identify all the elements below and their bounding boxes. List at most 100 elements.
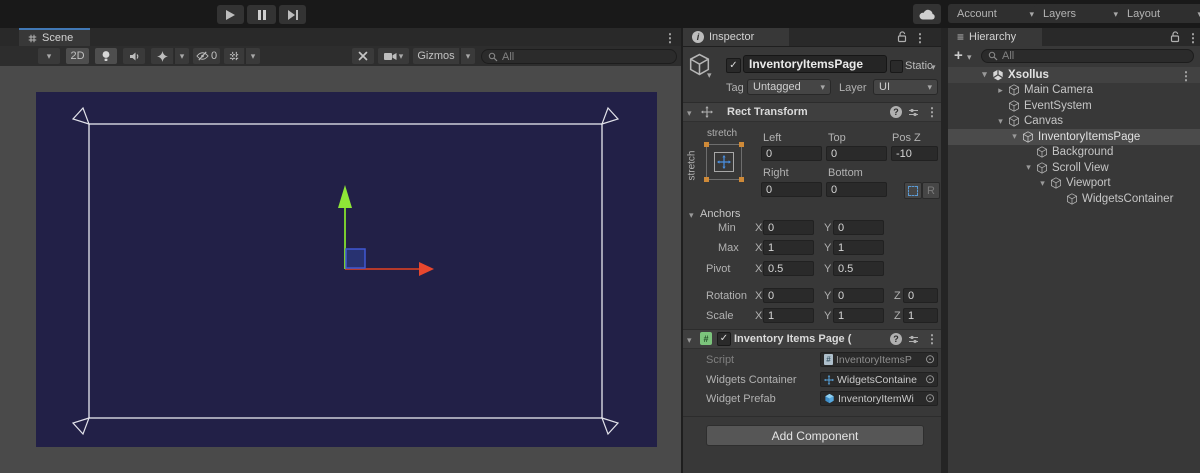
script-enabled-checkbox[interactable] bbox=[717, 332, 731, 346]
presets-icon[interactable] bbox=[908, 107, 919, 118]
foldout-arrow[interactable]: ▾ bbox=[1022, 162, 1035, 173]
rotation-z-field[interactable]: 0 bbox=[903, 288, 938, 303]
posz-field[interactable]: -10 bbox=[891, 146, 938, 161]
cloud-services-button[interactable] bbox=[913, 4, 941, 24]
hierarchy-item-inventoryitemspage[interactable]: ▾ InventoryItemsPage bbox=[948, 129, 1200, 145]
widget-prefab-value: InventoryItemWi bbox=[838, 393, 922, 405]
anchors-foldout-arrow[interactable] bbox=[689, 209, 694, 221]
account-dropdown[interactable]: Account bbox=[948, 4, 1040, 23]
create-plus-icon[interactable]: + bbox=[954, 47, 963, 64]
script-object-field[interactable]: # InventoryItemsP bbox=[820, 352, 938, 367]
inspector-tabbar: i Inspector bbox=[683, 28, 941, 47]
help-icon[interactable] bbox=[890, 106, 902, 118]
object-picker-icon[interactable] bbox=[925, 392, 935, 405]
anchors-max-y-field[interactable]: 1 bbox=[833, 240, 884, 255]
rotation-y-field[interactable]: 0 bbox=[833, 288, 884, 303]
play-button[interactable] bbox=[217, 5, 244, 24]
bottom-field[interactable]: 0 bbox=[826, 182, 887, 197]
2d-toggle-button[interactable]: 2D bbox=[66, 48, 89, 64]
hierarchy-item-eventsystem[interactable]: EventSystem bbox=[948, 98, 1200, 114]
foldout-arrow[interactable]: ▾ bbox=[1036, 178, 1049, 189]
foldout-arrow[interactable]: ▾ bbox=[1008, 131, 1021, 142]
lighting-toggle-button[interactable] bbox=[95, 48, 117, 64]
anchors-min-y-field[interactable]: 0 bbox=[833, 220, 884, 235]
draw-mode-dropdown[interactable] bbox=[38, 48, 60, 64]
tab-hierarchy[interactable]: ≡ Hierarchy bbox=[948, 28, 1042, 46]
static-dropdown[interactable] bbox=[931, 61, 936, 73]
hierarchy-item-canvas[interactable]: ▾ Canvas bbox=[948, 114, 1200, 130]
hierarchy-menu-icon[interactable] bbox=[1187, 31, 1199, 45]
gizmo-plane-handle[interactable] bbox=[346, 249, 365, 268]
hierarchy-item-widgetscontainer[interactable]: WidgetsContainer bbox=[948, 191, 1200, 207]
hierarchy-item-viewport[interactable]: ▾ Viewport bbox=[948, 176, 1200, 192]
component-menu-icon[interactable] bbox=[926, 332, 938, 346]
tab-scene[interactable]: Scene bbox=[19, 28, 90, 46]
foldout-arrow[interactable] bbox=[687, 334, 692, 346]
layout-dropdown[interactable]: Layout bbox=[1118, 4, 1200, 23]
lock-icon[interactable] bbox=[897, 31, 908, 43]
rotation-x-field[interactable]: 0 bbox=[763, 288, 814, 303]
gameobject-icon-dropdown[interactable] bbox=[707, 69, 712, 81]
inspector-menu-icon[interactable] bbox=[914, 31, 926, 45]
blueprint-mode-button[interactable] bbox=[904, 182, 922, 199]
effects-dropdown[interactable] bbox=[174, 48, 189, 64]
scene-visibility-button[interactable]: 0 bbox=[193, 48, 220, 64]
foldout-arrow[interactable] bbox=[687, 107, 692, 119]
effects-toggle-button[interactable] bbox=[151, 48, 173, 64]
tag-dropdown[interactable]: Untagged bbox=[747, 79, 831, 95]
foldout-arrow[interactable]: ▾ bbox=[978, 69, 991, 80]
tab-inspector[interactable]: i Inspector bbox=[683, 28, 789, 46]
audio-toggle-button[interactable] bbox=[123, 48, 145, 64]
hierarchy-item-main-camera[interactable]: ▸ Main Camera bbox=[948, 83, 1200, 99]
scene-viewport[interactable] bbox=[0, 66, 681, 473]
object-picker-icon[interactable] bbox=[925, 353, 935, 366]
scene-search-input[interactable]: All bbox=[481, 49, 677, 64]
widgets-container-field[interactable]: WidgetsContaine bbox=[820, 372, 938, 387]
step-button[interactable] bbox=[279, 5, 306, 24]
grid-snap-dropdown[interactable] bbox=[245, 48, 260, 64]
add-component-button[interactable]: Add Component bbox=[706, 425, 924, 446]
script-component-header[interactable]: # Inventory Items Page ( bbox=[683, 329, 941, 349]
tools-button[interactable] bbox=[352, 48, 374, 64]
hierarchy-search-input[interactable]: All bbox=[981, 49, 1194, 63]
anchors-max-x-field[interactable]: 1 bbox=[763, 240, 814, 255]
anchor-preset-button[interactable] bbox=[703, 141, 745, 183]
static-checkbox[interactable] bbox=[890, 60, 903, 73]
scene-camera-dropdown[interactable] bbox=[378, 48, 409, 64]
active-checkbox[interactable] bbox=[726, 58, 741, 73]
gameobject-name-field[interactable] bbox=[743, 55, 887, 73]
top-field[interactable]: 0 bbox=[826, 146, 887, 161]
raw-edit-mode-button[interactable]: R bbox=[922, 182, 940, 199]
hierarchy-item-scroll-view[interactable]: ▾ Scroll View bbox=[948, 160, 1200, 176]
pause-button[interactable] bbox=[247, 5, 276, 24]
left-field[interactable]: 0 bbox=[761, 146, 822, 161]
scale-x-field[interactable]: 1 bbox=[763, 308, 814, 323]
component-menu-icon[interactable] bbox=[926, 105, 938, 119]
grid-snap-button[interactable] bbox=[224, 48, 244, 64]
right-field[interactable]: 0 bbox=[761, 182, 822, 197]
scene-menu-icon[interactable] bbox=[664, 31, 676, 45]
scale-y-field[interactable]: 1 bbox=[833, 308, 884, 323]
gizmos-button[interactable]: Gizmos bbox=[413, 48, 459, 64]
pivot-x-field[interactable]: 0.5 bbox=[763, 261, 814, 276]
widget-prefab-field[interactable]: InventoryItemWi bbox=[820, 391, 938, 406]
help-icon[interactable] bbox=[890, 333, 902, 345]
presets-icon[interactable] bbox=[908, 334, 919, 345]
hierarchy-item-xsollus[interactable]: ▾ Xsollus bbox=[948, 67, 1200, 83]
scale-z-field[interactable]: 1 bbox=[903, 308, 938, 323]
lock-icon[interactable] bbox=[1170, 31, 1181, 43]
foldout-arrow[interactable]: ▾ bbox=[994, 116, 1007, 127]
anchors-min-x-field[interactable]: 0 bbox=[763, 220, 814, 235]
scene-menu-icon[interactable] bbox=[1180, 69, 1192, 83]
scale-z-value: 1 bbox=[908, 310, 914, 322]
pivot-y-field[interactable]: 0.5 bbox=[833, 261, 884, 276]
foldout-arrow[interactable]: ▸ bbox=[994, 85, 1007, 96]
create-dropdown[interactable] bbox=[967, 51, 972, 63]
hierarchy-item-background[interactable]: Background bbox=[948, 145, 1200, 161]
rect-transform-header[interactable]: Rect Transform bbox=[683, 102, 941, 122]
object-picker-icon[interactable] bbox=[925, 373, 935, 386]
pane-divider[interactable] bbox=[941, 28, 948, 473]
layers-dropdown[interactable]: Layers bbox=[1034, 4, 1124, 23]
gizmos-dropdown[interactable] bbox=[460, 48, 475, 64]
layer-dropdown[interactable]: UI bbox=[873, 79, 938, 95]
